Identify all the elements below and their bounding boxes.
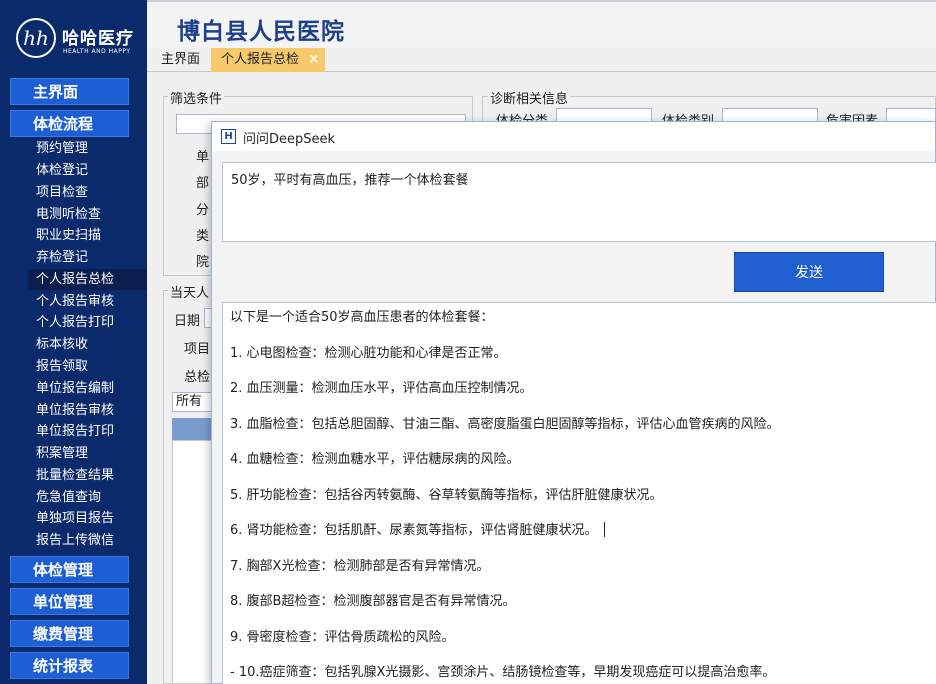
dialog-title: 问问DeepSeek — [243, 132, 336, 147]
nav-item-batch-results[interactable]: 批量检查结果 — [36, 465, 114, 486]
page-title: 博白县人民医院 — [177, 19, 345, 45]
nav-item-registration[interactable]: 体检登记 — [36, 160, 88, 181]
dialog-titlebar: H 问问DeepSeek — [212, 122, 935, 151]
diagnosis-title: 诊断相关信息 — [488, 88, 571, 107]
table-body — [172, 440, 213, 684]
nav-item-unit-print[interactable]: 单位报告打印 — [36, 421, 114, 442]
nav-statistics[interactable]: 统计报表 — [10, 652, 129, 679]
nav-item-appointment[interactable]: 预约管理 — [36, 138, 88, 159]
question-input[interactable]: 50岁，平时有高血压，推荐一个体检套餐 — [222, 162, 936, 242]
nav-item-single-report[interactable]: 单独项目报告 — [36, 508, 114, 529]
tab-label: 个人报告总检 — [221, 52, 300, 67]
today-date-label: 日期 — [174, 314, 201, 329]
nav-item-unit-compile[interactable]: 单位报告编制 — [36, 378, 114, 399]
nav-item-personal-review[interactable]: 个人报告审核 — [36, 291, 114, 312]
nav-item-item-check[interactable]: 项目检查 — [36, 182, 88, 203]
nav-item-audiometry[interactable]: 电测听检查 — [36, 204, 101, 225]
send-button[interactable]: 发送 — [734, 252, 884, 292]
brand-tagline: HEALTH AND HAPPY — [63, 48, 131, 55]
app-icon: H — [221, 129, 236, 144]
answer-line: 9. 骨密度检查：评估骨质疏松的风险。 — [230, 630, 455, 645]
close-icon[interactable]: × — [308, 48, 319, 72]
answer-line: 7. 胸部X光检查：检测肺部是否有异常情况。 — [230, 559, 490, 574]
nav-item-report-pickup[interactable]: 报告领取 — [36, 356, 88, 377]
nav-exam-flow[interactable]: 体检流程 — [10, 110, 129, 137]
answer-line: 4. 血糖检查：检测血糖水平，评估糖尿病的风险。 — [230, 452, 520, 467]
nav-item-personal-print[interactable]: 个人报告打印 — [36, 312, 114, 333]
answer-line: 5. 肝功能检查：包括谷丙转氨酶、谷草转氨酶等指标，评估肝脏健康状况。 — [230, 488, 663, 503]
filter-label-2: 部 — [196, 176, 210, 191]
answer-line-text: 6. 肾功能检查：包括肌酐、尿素氮等指标，评估肾脏健康状况。 — [230, 523, 598, 538]
answer-line: 2. 血压测量：检测血压水平，评估高血压控制情况。 — [230, 381, 533, 396]
nav-item-specimen[interactable]: 标本核收 — [36, 334, 88, 355]
brand-name: 哈哈医疗 — [62, 29, 134, 49]
nav-item-personal-summary[interactable]: 个人报告总检 — [28, 269, 147, 290]
nav-item-critical-query[interactable]: 危急值查询 — [36, 487, 101, 508]
text-caret — [603, 522, 605, 537]
today-filter-select[interactable]: 所有 — [172, 392, 213, 412]
answer-area[interactable]: 以下是一个适合50岁高血压患者的体检套餐： 1. 心电图检查：检测心脏功能和心律… — [222, 302, 936, 684]
today-title: 当天人 — [168, 282, 212, 301]
answer-line: - 10.癌症筛查：包括乳腺X光摄影、宫颈涂片、结肠镜检查等，早期发现癌症可以提… — [230, 665, 776, 680]
nav-exam-management[interactable]: 体检管理 — [10, 556, 129, 583]
tab-home[interactable]: 主界面 — [151, 48, 210, 72]
nav-item-backlog[interactable]: 积案管理 — [36, 443, 88, 464]
today-summary-label: 总检 — [184, 370, 211, 385]
table-header — [172, 418, 213, 440]
tab-personal-summary[interactable]: 个人报告总检 × — [211, 48, 326, 72]
filter-label-3: 分 — [196, 203, 210, 218]
answer-line: 1. 心电图检查：检测心脏功能和心律是否正常。 — [230, 346, 507, 361]
sidebar: hh 哈哈医疗 HEALTH AND HAPPY 主界面 体检流程 预约管理 体… — [0, 0, 147, 684]
answer-line: 3. 血脂检查：包括总胆固醇、甘油三酯、高密度脂蛋白胆固醇等指标，评估心血管疾病… — [230, 417, 780, 432]
answer-line: 以下是一个适合50岁高血压患者的体检套餐： — [230, 310, 494, 325]
nav-item-occupation-scan[interactable]: 职业史扫描 — [36, 225, 101, 246]
header: 博白县人民医院 — [147, 0, 936, 50]
brand-logo: hh 哈哈医疗 HEALTH AND HAPPY — [6, 10, 144, 66]
nav-home[interactable]: 主界面 — [10, 78, 129, 105]
nav-item-abandon[interactable]: 弃检登记 — [36, 247, 88, 268]
filter-label-1: 单 — [196, 150, 210, 165]
filter-label-5: 院 — [196, 255, 210, 270]
nav-item-unit-review[interactable]: 单位报告审核 — [36, 400, 114, 421]
filter-title: 筛选条件 — [168, 88, 225, 107]
nav-fee-management[interactable]: 缴费管理 — [10, 620, 129, 647]
today-item-label: 项目 — [184, 342, 211, 357]
answer-line: 8. 腹部B超检查：检测腹部器官是否有异常情况。 — [230, 594, 516, 609]
nav-unit-management[interactable]: 单位管理 — [10, 588, 129, 615]
tab-bar: 主界面 个人报告总检 × — [147, 48, 936, 72]
deepseek-dialog: H 问问DeepSeek 50岁，平时有高血压，推荐一个体检套餐 发送 以下是一… — [211, 121, 936, 684]
brand-mark-icon: hh — [16, 18, 56, 58]
nav-item-wechat-upload[interactable]: 报告上传微信 — [36, 530, 114, 551]
filter-label-4: 类 — [196, 229, 210, 244]
answer-line: 6. 肾功能检查：包括肌酐、尿素氮等指标，评估肾脏健康状况。 — [230, 519, 605, 538]
